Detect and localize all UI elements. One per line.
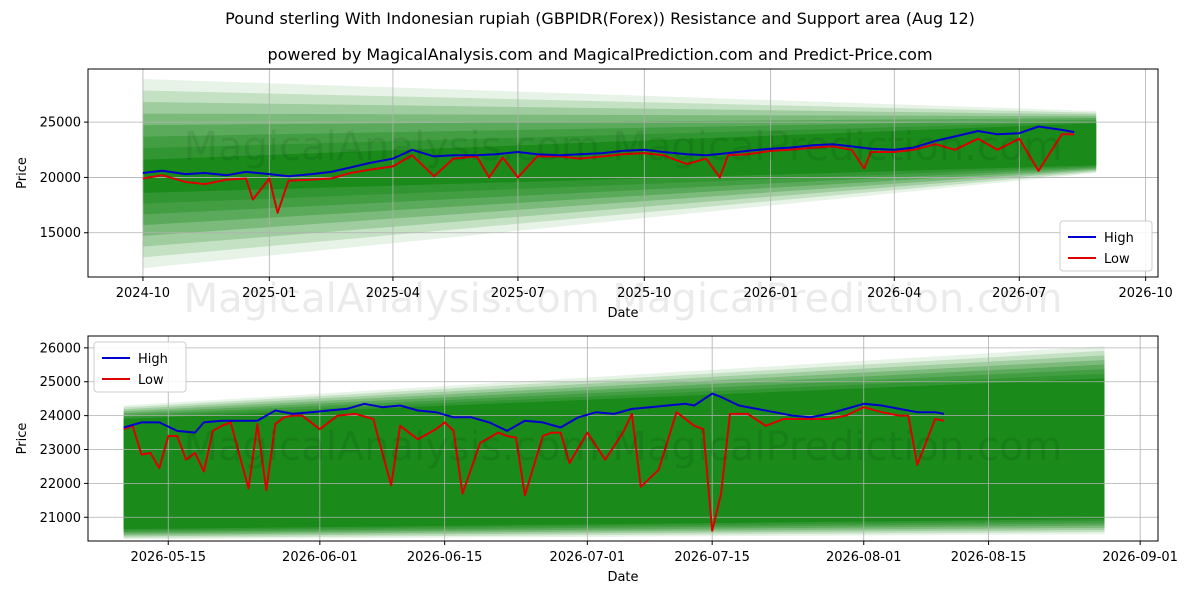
chart-canvas: MagicalAnalysis.com MagicalPrediction.co… (15, 68, 1178, 585)
x-tick-label: 2026-08-01 (826, 550, 902, 565)
y-tick-label: 24000 (40, 409, 81, 424)
chart-legend: High Low (93, 341, 187, 393)
y-tick-label: 25000 (40, 116, 81, 131)
x-tick-label: 2026-08-15 (951, 550, 1027, 565)
legend-label-low: Low (1104, 252, 1130, 267)
x-axis-label: Date (607, 570, 638, 585)
x-tick-label: 2026-10 (1118, 286, 1172, 301)
legend-label-high: High (138, 352, 168, 367)
y-tick-label: 25000 (40, 375, 81, 390)
legend-label-high: High (1104, 231, 1134, 246)
x-tick-label: 2026-05-15 (130, 550, 206, 565)
watermark-text: MagicalAnalysis.com MagicalPrediction.co… (184, 276, 1063, 322)
y-tick-label: 20000 (40, 171, 81, 186)
y-axis-label: Price (15, 423, 30, 455)
x-tick-label: 2026-07-15 (674, 550, 750, 565)
chart-panel-lower: MagicalAnalysis.com MagicalPrediction.co… (15, 335, 1178, 585)
plot-area-upper (88, 69, 1158, 277)
legend-label-low: Low (138, 373, 164, 388)
watermark-text: MagicalAnalysis.com MagicalPrediction.co… (184, 424, 1063, 470)
y-tick-label: 15000 (40, 226, 81, 241)
y-tick-label: 21000 (40, 511, 81, 526)
watermark-text: MagicalAnalysis.com MagicalPrediction.co… (184, 124, 1063, 170)
y-tick-label: 26000 (40, 341, 81, 356)
chart-legend: High Low (1059, 220, 1153, 272)
x-tick-label: 2026-07-01 (550, 550, 626, 565)
x-tick-label: 2026-06-01 (282, 550, 358, 565)
x-tick-label: 2026-06-15 (407, 550, 483, 565)
y-tick-label: 23000 (40, 443, 81, 458)
y-axis-label: Price (15, 157, 30, 189)
x-tick-label: 2024-10 (116, 286, 170, 301)
x-tick-label: 2026-09-01 (1102, 550, 1178, 565)
y-tick-label: 22000 (40, 477, 81, 492)
